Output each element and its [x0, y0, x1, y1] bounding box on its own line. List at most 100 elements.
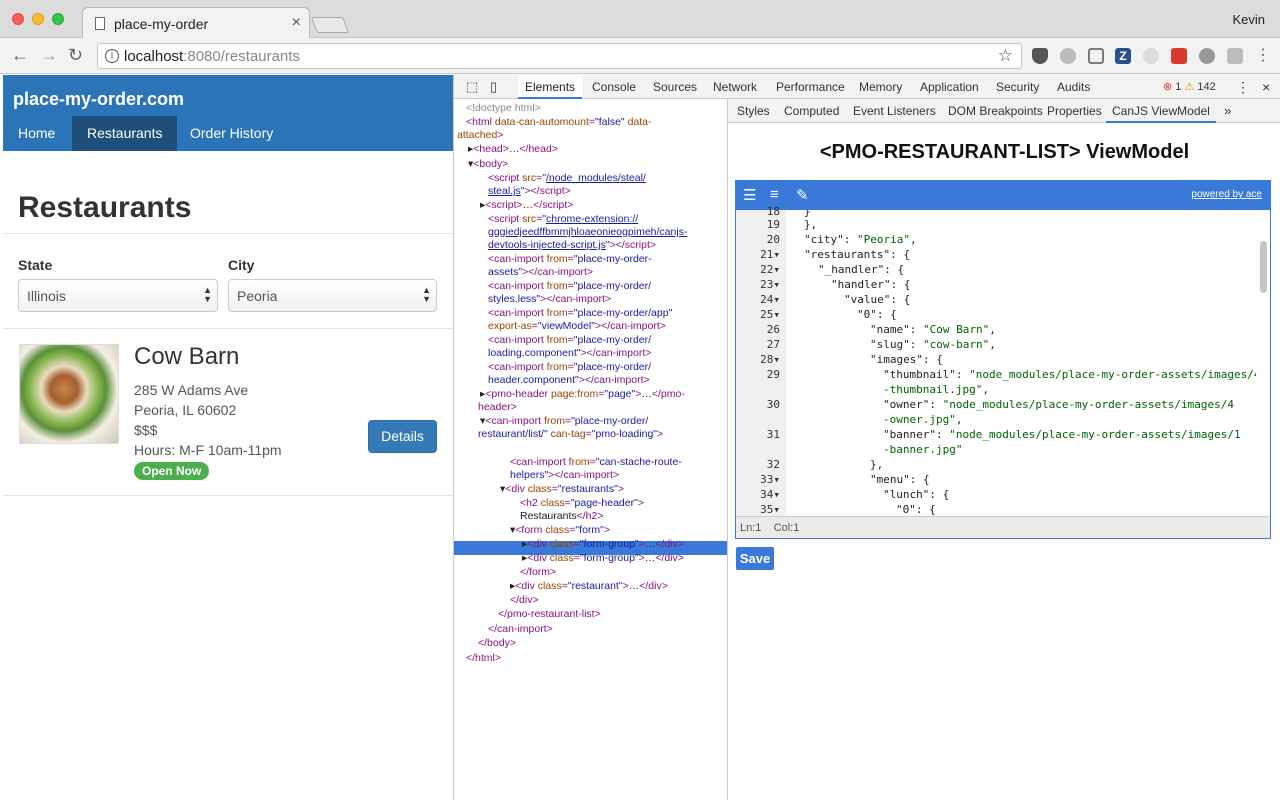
dom-line[interactable]: </can-import>	[488, 623, 553, 636]
close-window-button[interactable]	[12, 13, 24, 25]
dom-line[interactable]: <h2 class="page-header">	[520, 497, 644, 510]
tab-memory[interactable]: Memory	[852, 75, 909, 99]
dom-line[interactable]: <can-import from="place-my-order/	[488, 334, 651, 347]
url-text[interactable]: localhost:8080/restaurants	[124, 48, 300, 65]
dom-line[interactable]: ▸<pmo-header page:from="page">…</pmo-	[480, 388, 685, 401]
dom-line[interactable]: </body>	[478, 637, 516, 650]
dom-line[interactable]: <html data-can-automount="false" data-	[466, 116, 652, 129]
dom-line[interactable]: <can-import from="place-my-order/	[488, 280, 651, 293]
back-arrow-icon[interactable]: ←	[11, 45, 29, 66]
more-icon[interactable]: ⋮	[1229, 75, 1257, 99]
dom-line[interactable]: attached>	[457, 129, 503, 142]
details-button[interactable]: Details	[368, 420, 437, 453]
dom-line[interactable]: ▸<head>…</head>	[468, 143, 558, 156]
tab-security[interactable]: Security	[989, 75, 1046, 99]
dom-line[interactable]: </pmo-restaurant-list>	[498, 608, 601, 621]
dom-line[interactable]: <!doctype html>	[466, 102, 541, 115]
tab-event-listeners[interactable]: Event Listeners	[847, 99, 942, 123]
code-area[interactable]: } }, "city": "Peoria", "restaurants": { …	[786, 210, 1256, 516]
tab-application[interactable]: Application	[913, 75, 986, 99]
device-icon[interactable]: ▯	[483, 75, 504, 99]
close-icon[interactable]: ×	[1255, 75, 1277, 99]
dom-line[interactable]: devtools-injected-script.js"></script>	[488, 239, 656, 252]
selected-dom-line[interactable]: … ▾<pmo-restaurant-list> == $0	[457, 442, 611, 455]
figure-extension-icon[interactable]	[1143, 48, 1159, 64]
dom-line[interactable]: <can-import from="place-my-order/app"	[488, 307, 672, 320]
nav-home[interactable]: Home	[3, 116, 70, 151]
dom-line[interactable]: loading.component"></can-import>	[488, 347, 651, 360]
wrench-icon[interactable]: ✎	[796, 186, 809, 204]
dom-line[interactable]: <can-import from="place-my-order/	[488, 361, 651, 374]
dom-line[interactable]: <script src="chrome-extension://	[488, 213, 638, 226]
dom-line[interactable]: ▸<script>…</script>	[480, 199, 573, 212]
cast-icon[interactable]	[1088, 48, 1104, 64]
dom-line[interactable]: assets"></can-import>	[488, 266, 593, 279]
menu-icon[interactable]: ⋮	[1255, 45, 1271, 65]
tab-canjs-viewmodel[interactable]: CanJS ViewModel	[1106, 99, 1216, 123]
indent-icon[interactable]: ☰	[743, 186, 756, 204]
gray-extension-icon[interactable]	[1199, 48, 1215, 64]
dom-line[interactable]: <can-import from="can-stache-route-	[510, 456, 682, 469]
dom-line[interactable]: styles.less"></can-import>	[488, 293, 611, 306]
z-extension-icon[interactable]: Z	[1115, 48, 1131, 64]
nav-restaurants[interactable]: Restaurants	[72, 116, 178, 151]
dom-line[interactable]: </div>	[510, 594, 539, 607]
star-icon[interactable]: ☆	[998, 46, 1013, 66]
forward-arrow-icon[interactable]: →	[40, 45, 58, 66]
editor-scrollbar[interactable]	[1260, 241, 1267, 293]
dom-line[interactable]: </form>	[520, 566, 556, 579]
dom-line[interactable]: ▾<can-import from="place-my-order/	[480, 415, 648, 428]
brand-logo[interactable]: place-my-order.com	[13, 89, 184, 110]
dom-line[interactable]: ▾<form class="form">	[510, 524, 610, 537]
dom-line[interactable]: <script src="/node_modules/steal/	[488, 172, 646, 185]
state-select[interactable]: Illinois ▲ ▼	[18, 279, 218, 312]
tab-performance[interactable]: Performance	[769, 75, 852, 99]
dom-line[interactable]: header.component"></can-import>	[488, 374, 650, 387]
dom-line[interactable]: <can-import from="place-my-order-	[488, 253, 652, 266]
dom-line[interactable]: </html>	[466, 652, 501, 665]
tab-styles[interactable]: Styles	[731, 99, 776, 123]
user-profile[interactable]: Kevin	[1232, 12, 1265, 27]
pocket-extension-icon[interactable]	[1032, 48, 1048, 64]
dom-line[interactable]: header>	[478, 401, 517, 414]
dom-line[interactable]: ▸<div class="form-group">…</div>	[522, 552, 684, 565]
tab-console[interactable]: Console	[585, 75, 643, 99]
browser-tab[interactable]: place-my-order ×	[82, 7, 310, 39]
cloud-extension-icon[interactable]	[1060, 48, 1076, 64]
red-extension-icon[interactable]	[1171, 48, 1187, 64]
dom-line[interactable]: ▸<div class="restaurant">…</div>	[510, 580, 668, 593]
dom-line[interactable]: export-as="viewModel"></can-import>	[488, 320, 666, 333]
tab-sources[interactable]: Sources	[646, 75, 704, 99]
dom-line[interactable]: gggiedjeedffbmmjhloaeonieogpimeh/canjs-	[488, 226, 687, 239]
tab-properties[interactable]: Properties	[1041, 99, 1108, 123]
tab-audits[interactable]: Audits	[1050, 75, 1097, 99]
tab-dom-breakpoints[interactable]: DOM Breakpoints	[942, 99, 1049, 123]
issue-counts[interactable]: ⊗ 1 ⚠ 142	[1156, 75, 1223, 99]
dom-line[interactable]: ▾<body>	[468, 158, 508, 171]
dom-line[interactable]: helpers"></can-import>	[510, 469, 619, 482]
url-bar[interactable]: i localhost:8080/restaurants ☆	[97, 43, 1022, 69]
nav-order-history[interactable]: Order History	[175, 116, 288, 151]
dom-line[interactable]: ▾<div class="restaurants">	[500, 483, 624, 496]
minimize-window-button[interactable]	[32, 13, 44, 25]
new-tab-button[interactable]	[311, 17, 349, 33]
save-button[interactable]: Save	[736, 547, 774, 570]
dom-line[interactable]: steal.js"></script>	[488, 185, 571, 198]
reload-icon[interactable]: ↻	[68, 45, 83, 66]
wrap-icon[interactable]: ≡	[770, 186, 779, 203]
dom-line[interactable]: restaurant/list/" can-tag="pmo-loading">	[478, 428, 663, 441]
dom-line[interactable]: Restaurants</h2>	[520, 510, 604, 523]
overflow-icon[interactable]: »	[1218, 99, 1237, 123]
dom-line[interactable]: ▸<div class="form-group">…</div>	[522, 538, 684, 551]
tab-network[interactable]: Network	[706, 75, 764, 99]
close-icon[interactable]: ×	[292, 14, 301, 32]
maximize-window-button[interactable]	[52, 13, 64, 25]
inspect-icon[interactable]: ⬚	[459, 75, 485, 99]
city-select[interactable]: Peoria ▲ ▼	[228, 279, 437, 312]
tab-computed[interactable]: Computed	[778, 99, 845, 123]
block-extension-icon[interactable]	[1227, 48, 1243, 64]
info-icon[interactable]: i	[105, 49, 119, 63]
powered-by-link[interactable]: powered by ace	[1191, 189, 1262, 200]
tab-elements[interactable]: Elements	[518, 75, 583, 99]
json-editor[interactable]: ☰ ≡ ✎ powered by ace 18 19 20 21▾ 22▾ 23…	[735, 180, 1271, 539]
